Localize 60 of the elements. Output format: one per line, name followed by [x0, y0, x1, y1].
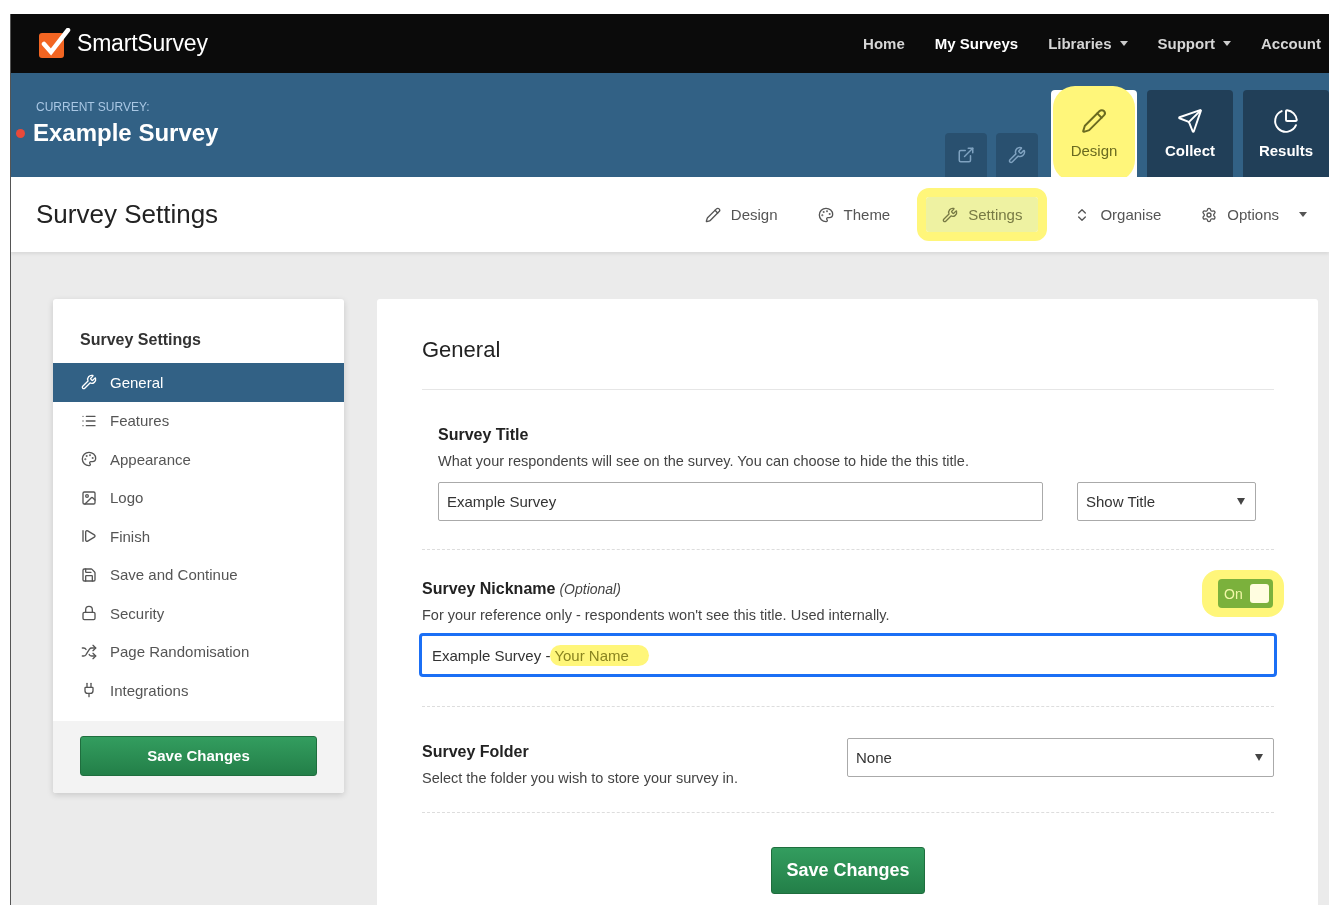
section-heading: General: [422, 337, 1274, 390]
optional-note: (Optional): [559, 581, 621, 597]
title-visibility-select[interactable]: Show Title: [1077, 482, 1256, 521]
page-title: Survey Settings: [36, 199, 219, 230]
pencil-icon: [704, 206, 721, 223]
lock-icon: [81, 605, 97, 622]
caption: CURRENT SURVEY:: [36, 100, 151, 114]
field-description: What your respondents will see on the survey. You can choose to hide the this title.: [438, 453, 970, 469]
settings-icon: [1201, 206, 1218, 223]
shuffle-icon: [81, 643, 97, 660]
sidebar-title: Survey Settings: [79, 330, 202, 350]
sidebar-item[interactable]: Appearance: [53, 440, 344, 479]
external-link-button[interactable]: [945, 133, 987, 177]
field-label: Survey Title: [438, 426, 529, 444]
nav-link[interactable]: Account: [1261, 35, 1329, 52]
palette-icon: [81, 451, 97, 468]
field-label: Survey Nickname: [422, 580, 556, 598]
header-tab[interactable]: Results: [1243, 90, 1329, 177]
sidebar-item[interactable]: Page Randomisation: [53, 632, 344, 671]
wrench-icon: [942, 206, 959, 223]
tools-button[interactable]: [996, 133, 1038, 177]
header-tab[interactable]: Collect: [1147, 90, 1233, 177]
logo-icon: [37, 27, 71, 60]
nav-link[interactable]: Support: [1157, 35, 1231, 52]
nickname-input[interactable]: Example Survey - Your Name: [419, 633, 1277, 677]
sub-nav-tab[interactable]: Theme: [801, 197, 907, 232]
nav-link[interactable]: My Surveys: [934, 35, 1019, 52]
sidebar-item[interactable]: Logo: [53, 478, 344, 517]
external-link-icon: [957, 146, 975, 164]
plug-icon: [81, 682, 97, 699]
field-description: Select the folder you wish to store your survey in.: [422, 770, 738, 786]
save-icon: [81, 566, 97, 583]
field-description: For your reference only - respondents won't see this title. Used internally.: [422, 607, 890, 623]
sidebar-item[interactable]: Security: [53, 594, 344, 633]
nav-link[interactable]: Home: [863, 35, 905, 52]
survey-title: Example Survey: [33, 119, 219, 147]
status-dot: [16, 128, 25, 138]
sub-nav-tab[interactable]: Options: [1185, 197, 1323, 232]
sidebar-item[interactable]: Integrations: [53, 671, 344, 710]
sub-nav-tab[interactable]: Organise: [1058, 197, 1178, 232]
sidebar-item[interactable]: Finish: [53, 517, 344, 556]
field-label: Survey Folder: [422, 743, 529, 761]
palette-icon: [817, 206, 834, 223]
sidebar-item[interactable]: General: [53, 363, 344, 402]
save-button[interactable]: Save Changes: [771, 847, 925, 894]
step-forward-icon: [81, 528, 97, 545]
sidebar-item[interactable]: Save and Continue: [53, 555, 344, 594]
send-icon: [1177, 108, 1203, 134]
brand-name[interactable]: SmartSurvey: [77, 30, 208, 57]
title-input[interactable]: Example Survey: [438, 482, 1043, 521]
pie-chart-icon: [1273, 108, 1299, 134]
folder-select[interactable]: None: [847, 738, 1274, 777]
save-button[interactable]: Save Changes: [80, 735, 317, 776]
sidebar-item[interactable]: Features: [53, 401, 344, 440]
sub-nav-tab[interactable]: Design: [688, 197, 794, 232]
nav-link[interactable]: Libraries: [1048, 35, 1128, 52]
wrench-icon: [1008, 146, 1026, 164]
wrench-icon: [81, 374, 97, 391]
pencil-icon: [1081, 108, 1107, 134]
image-icon: [81, 489, 97, 506]
